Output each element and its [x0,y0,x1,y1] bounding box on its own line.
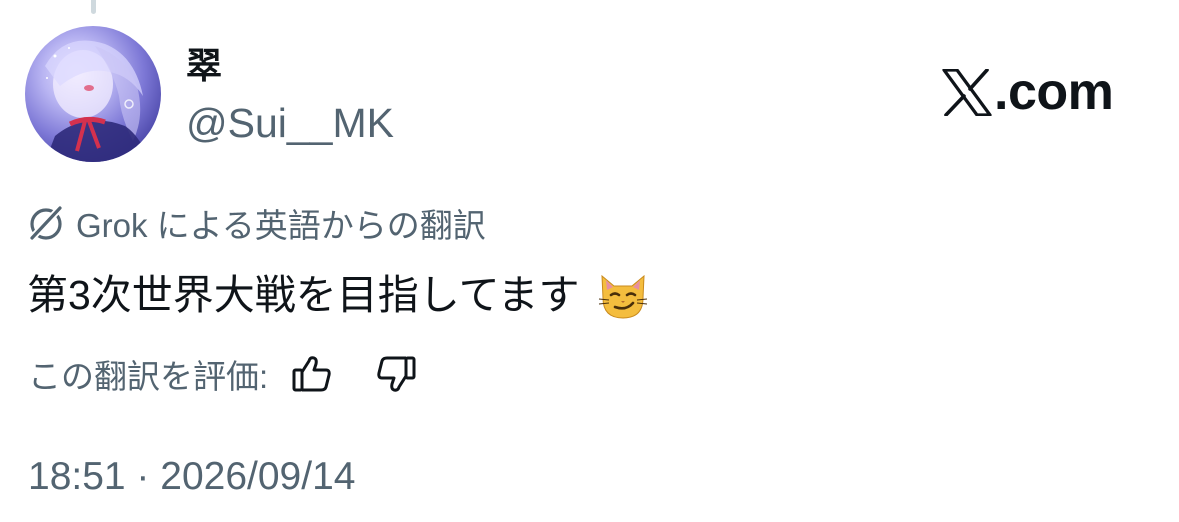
brand-domain-text: .com [994,63,1114,121]
translation-attribution: Grok による英語からの翻訳 [26,201,486,245]
x-logo-icon [942,68,992,116]
thumbs-down-icon [377,356,416,392]
smirking-cat-emoji [598,274,647,319]
author-display-name[interactable]: 翠 [186,46,222,86]
thumbs-up-icon [292,356,331,392]
grok-icon [29,205,63,241]
translation-rating: この翻訳を評価: [28,350,420,398]
thumbs-up-button[interactable] [288,350,336,398]
translation-label: Grok による英語からの翻訳 [76,207,486,244]
tweet-text: 第3次世界大戦を目指してます [27,272,580,318]
thread-connector-line [91,0,96,14]
thumbs-down-button[interactable] [372,350,420,398]
avatar-illustration [45,40,150,162]
tweet-timestamp[interactable]: 18:51 · 2026/09/14 [28,453,355,501]
rating-label: この翻訳を評価: [28,358,269,395]
author-handle[interactable]: @Sui__MK [186,100,394,146]
tweet-body: 第3次世界大戦を目指してます [27,268,650,322]
x-brand-logo: .com [942,62,1114,122]
avatar[interactable] [25,26,161,162]
